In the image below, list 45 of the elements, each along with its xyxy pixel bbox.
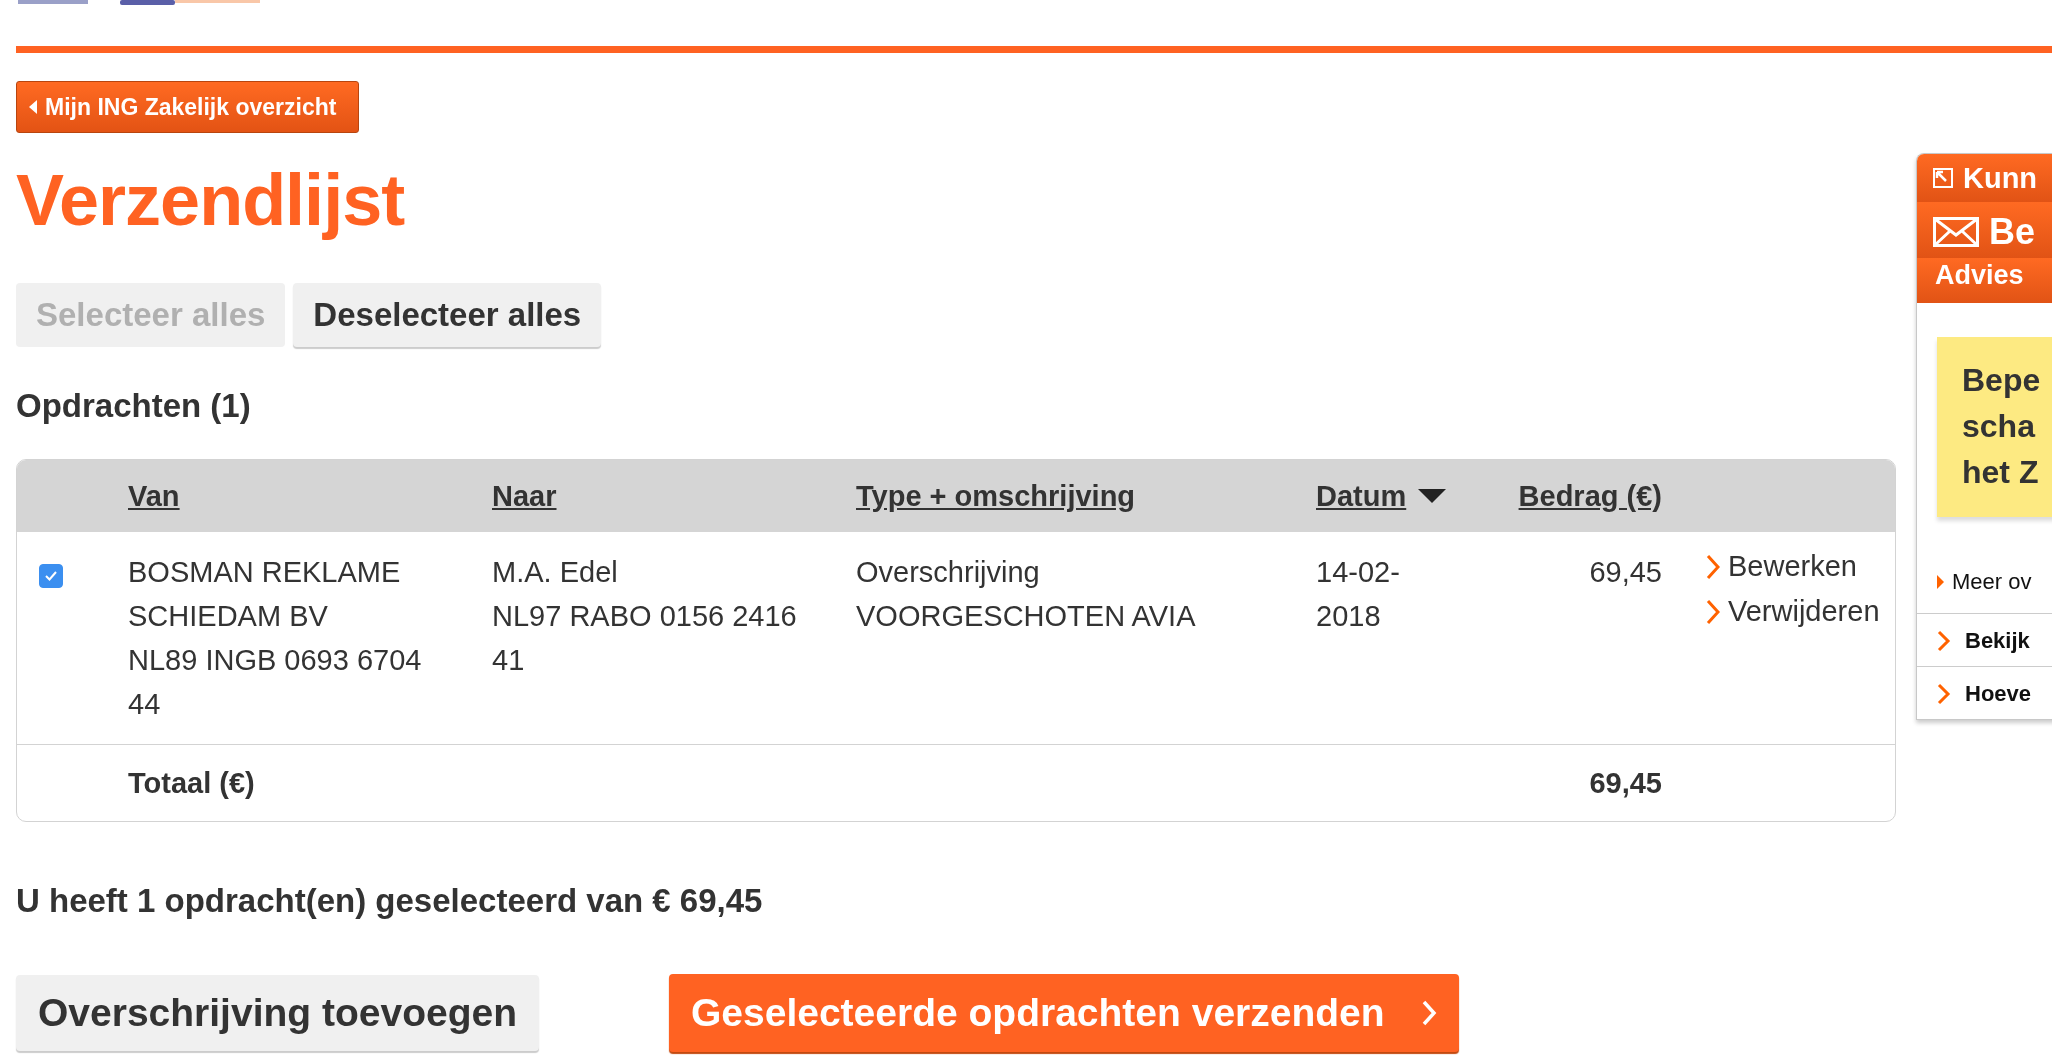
column-header[interactable]: Van	[128, 479, 180, 513]
chevron-right-icon	[1706, 598, 1720, 625]
table-cell-text: 69,45	[1589, 555, 1662, 590]
caret-right-icon	[1937, 575, 1944, 589]
table-cell-text: M.A. Edel	[492, 555, 619, 590]
more-link[interactable]: Meer ov	[1917, 517, 2052, 614]
table-cell-text: NL89 INGB 0693 6704	[128, 643, 423, 678]
delete-link[interactable]: Verwijderen	[1706, 595, 1880, 628]
chevron-right-icon	[1706, 553, 1720, 580]
checkmark-icon	[44, 570, 58, 582]
edit-link[interactable]: Bewerken	[1706, 550, 1857, 583]
selection-summary: U heeft 1 opdracht(en) geselecteerd van € 69,45	[16, 882, 764, 920]
sort-down-icon	[1418, 489, 1447, 503]
page-title: Verzendlijst	[16, 159, 406, 241]
sidebar-link[interactable]: Bekijk	[1917, 614, 2052, 667]
total-label: Totaal (€)	[128, 766, 256, 800]
column-header[interactable]: Datum	[1316, 479, 1447, 513]
table-cell-text: NL97 RABO 0156 2416	[492, 599, 798, 634]
table-cell-text: Overschrijving	[856, 555, 1041, 590]
table-cell-text: 44	[128, 687, 162, 722]
chevron-right-icon	[1937, 683, 1951, 705]
sidebar-link[interactable]: Hoeve	[1917, 667, 2052, 719]
note-text: het Z	[1962, 453, 2040, 492]
sidebar-subtitle: Advies	[1917, 258, 2052, 303]
mail-icon	[1933, 217, 1979, 248]
table-cell-text: BOSMAN REKLAME	[128, 555, 402, 590]
section-title: Opdrachten (1)	[16, 387, 252, 425]
table-cell-text: SCHIEDAM BV	[128, 599, 329, 634]
table-cell-text: 2018	[1316, 599, 1382, 634]
note-text: scha	[1962, 407, 2037, 446]
column-header[interactable]: Type + omschrijving	[856, 479, 1136, 513]
table-cell-text: 41	[492, 643, 526, 678]
table-cell-text: 14-02-	[1316, 555, 1401, 590]
chevron-right-icon	[1937, 630, 1951, 652]
row-checkbox[interactable]	[39, 564, 63, 588]
table-cell-text: VOORGESCHOTEN AVIA	[856, 599, 1197, 634]
caret-icon	[29, 100, 37, 114]
chevron-right-icon	[1420, 1000, 1437, 1026]
add-transfer-button[interactable]: Overschrijving toevoegen	[16, 975, 539, 1051]
total-amount: 69,45	[1588, 766, 1662, 800]
note-text: Bepe	[1962, 361, 2042, 400]
external-link-icon	[1933, 168, 1953, 189]
column-header[interactable]: Naar	[492, 479, 557, 513]
deselect-all-button[interactable]: Deselecteer alles	[293, 283, 602, 347]
column-header[interactable]: Bedrag (€)	[1518, 479, 1662, 513]
